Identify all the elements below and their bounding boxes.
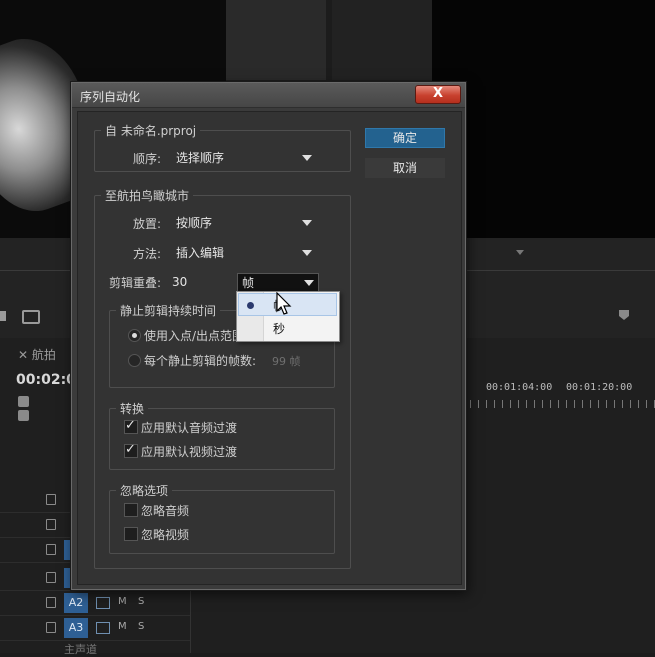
track-name[interactable]: A3 [64, 618, 88, 638]
in-out-radio[interactable] [128, 329, 141, 342]
ok-button[interactable]: 确定 [365, 128, 445, 148]
frames-value[interactable]: 99 帧 [272, 353, 301, 369]
in-out-label: 使用入点/出点范围 [144, 329, 245, 343]
still-duration-legend: 静止剪辑持续时间 [120, 304, 217, 318]
mute-button[interactable]: M [118, 621, 127, 632]
overlap-label: 剪辑重叠: [109, 276, 162, 290]
pin-icon[interactable] [619, 310, 629, 320]
audio-transition-label: 应用默认音频过渡 [141, 421, 238, 435]
ruler-label: 00:01:04:00 [486, 382, 553, 393]
lock-icon[interactable] [46, 622, 56, 633]
ruler-label: 00:01:20:00 [566, 382, 633, 393]
track-row-a2: A2 M S [0, 591, 190, 616]
master-track-label: 主声道 [64, 643, 97, 656]
method-dropdown[interactable]: 插入编辑 [172, 244, 316, 262]
video-transition-label: 应用默认视频过渡 [141, 445, 238, 459]
audio-transition-checkbox[interactable] [124, 418, 138, 434]
placement-value: 按顺序 [176, 216, 213, 230]
link-icon[interactable] [18, 410, 29, 421]
solo-button[interactable]: S [138, 596, 144, 607]
marker-icon[interactable] [0, 311, 6, 321]
sync-lock-icon[interactable] [96, 597, 110, 609]
panel-header-block-2 [332, 0, 432, 80]
lock-icon[interactable] [46, 544, 56, 555]
chevron-down-icon [302, 155, 312, 161]
time-ruler[interactable]: 00:01:04:00 00:01:20:00 [470, 382, 655, 412]
sync-lock-icon[interactable] [96, 622, 110, 634]
ignore-audio-label: 忽略音频 [141, 504, 190, 518]
chevron-down-icon [302, 250, 312, 256]
chevron-down-icon [302, 220, 312, 226]
chevron-down-icon [304, 280, 314, 286]
selected-bullet-icon [247, 302, 254, 309]
cancel-button[interactable]: 取消 [365, 158, 445, 178]
lock-icon[interactable] [46, 494, 56, 505]
camera-icon[interactable] [22, 310, 40, 324]
close-button[interactable]: X [415, 85, 461, 104]
ignore-legend: 忽略选项 [120, 484, 169, 498]
timeline-tab[interactable]: ✕ 航拍 [18, 346, 56, 363]
overlap-input[interactable]: 30 [172, 273, 236, 291]
ignore-audio-checkbox[interactable] [124, 503, 138, 517]
placement-label: 放置: [133, 217, 162, 231]
snap-icon[interactable] [18, 396, 29, 407]
solo-button[interactable]: S [138, 621, 144, 632]
to-group-legend: 至航拍鸟瞰城市 [105, 189, 190, 203]
timeline-timecode[interactable]: 00:02:0 [16, 372, 76, 388]
video-transition-checkbox[interactable] [124, 442, 138, 458]
ignore-video-label: 忽略视频 [141, 528, 190, 542]
placement-dropdown[interactable]: 按顺序 [172, 214, 316, 232]
lock-icon[interactable] [46, 519, 56, 530]
track-row-a3: A3 M S [0, 616, 190, 641]
method-value: 插入编辑 [176, 246, 225, 260]
ordering-dropdown[interactable]: 选择顺序 [172, 149, 316, 167]
ignore-video-checkbox[interactable] [124, 527, 138, 541]
frames-label: 每个静止剪辑的帧数: [144, 354, 257, 368]
panel-header-block [226, 0, 326, 80]
timeline-tools [18, 396, 68, 421]
lock-icon[interactable] [46, 597, 56, 608]
mute-button[interactable]: M [118, 596, 127, 607]
overlap-unit-dropdown[interactable]: 帧 [237, 273, 319, 293]
menu-item-seconds[interactable]: 秒 [273, 320, 285, 337]
frames-radio[interactable] [128, 354, 141, 367]
dialog-body: 确定 取消 自 未命名.prproj 顺序: 选择顺序 至航拍鸟瞰城市 放置: … [77, 111, 462, 585]
ordering-value: 选择顺序 [176, 151, 225, 165]
dialog-title: 序列自动化 [80, 90, 141, 104]
chevron-down-icon[interactable] [516, 250, 524, 255]
dialog-titlebar[interactable]: 序列自动化 X [72, 83, 465, 108]
track-name[interactable]: A2 [64, 593, 88, 613]
method-label: 方法: [133, 247, 162, 261]
timeline-tab-label: 航拍 [31, 348, 56, 362]
lock-icon[interactable] [46, 572, 56, 583]
overlap-unit-value: 帧 [242, 276, 255, 290]
ordering-label: 顺序: [133, 152, 162, 166]
transitions-legend: 转换 [120, 402, 145, 416]
ruler-ticks [470, 400, 655, 408]
overlap-value: 30 [172, 275, 188, 289]
from-group-legend: 自 未命名.prproj [105, 124, 197, 138]
